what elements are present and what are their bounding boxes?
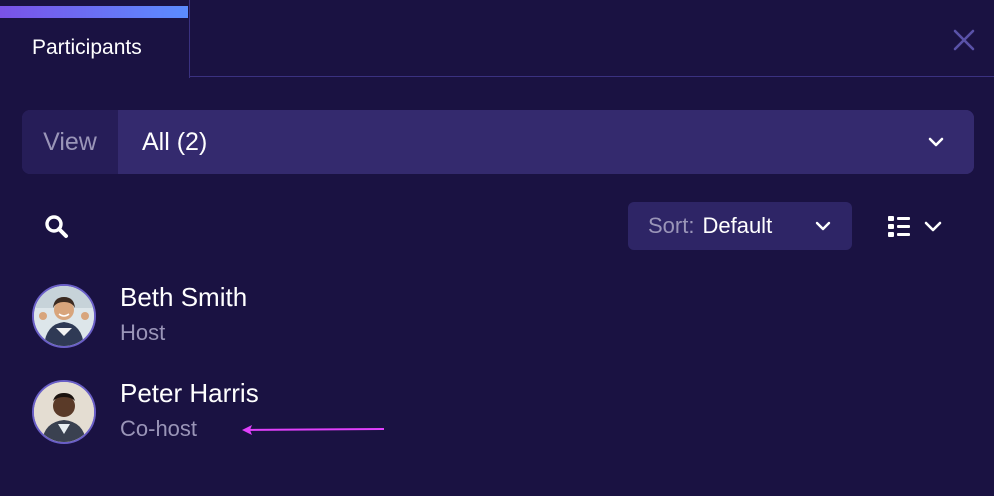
chevron-down-icon bbox=[924, 221, 942, 232]
tab-participants-label: Participants bbox=[32, 36, 142, 59]
participant-name: Beth Smith bbox=[120, 282, 248, 312]
participant-name: Peter Harris bbox=[120, 378, 259, 408]
close-button[interactable] bbox=[948, 24, 980, 56]
view-filter-select[interactable]: View All (2) bbox=[22, 110, 974, 174]
sort-value: Default bbox=[702, 213, 773, 238]
tab-divider bbox=[189, 76, 994, 77]
tab-participants[interactable]: Participants bbox=[0, 0, 190, 78]
tab-strip: Participants bbox=[0, 0, 994, 78]
sort-dropdown[interactable]: Sort: Default bbox=[628, 202, 852, 250]
chevron-down-icon bbox=[815, 221, 831, 231]
participant-role: Co-host bbox=[120, 416, 198, 441]
participants-panel: Participants View All (2) Sort: Default bbox=[0, 0, 994, 496]
list-view-icon bbox=[888, 216, 910, 237]
avatar bbox=[32, 380, 96, 444]
active-tab-indicator bbox=[0, 6, 188, 18]
close-icon bbox=[953, 29, 975, 51]
sort-prefix: Sort: bbox=[648, 213, 695, 238]
participant-role: Host bbox=[120, 320, 166, 345]
view-mode-dropdown[interactable] bbox=[886, 210, 950, 242]
annotation-arrow bbox=[242, 425, 385, 435]
view-select-value: All (2) bbox=[118, 110, 974, 174]
avatar bbox=[32, 284, 96, 348]
view-select-prefix: View bbox=[22, 110, 118, 174]
search-button[interactable] bbox=[42, 212, 72, 242]
participant-row[interactable]: Beth Smith Host bbox=[32, 282, 532, 352]
chevron-down-icon bbox=[928, 137, 944, 147]
search-icon bbox=[45, 215, 68, 238]
